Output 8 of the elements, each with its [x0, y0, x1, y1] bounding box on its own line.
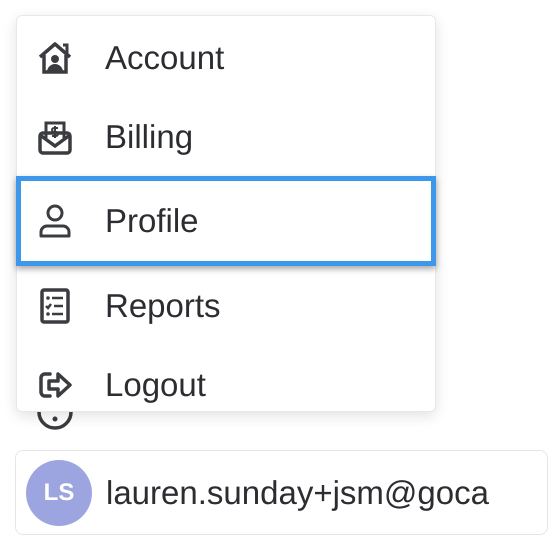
menu-item[interactable]: Account: [17, 18, 435, 97]
user-account-button[interactable]: LS lauren.sunday+jsm@goca: [15, 450, 548, 535]
user-avatar: LS: [26, 460, 92, 526]
menu-item[interactable]: Profile: [16, 176, 436, 266]
user-email: lauren.sunday+jsm@goca: [106, 472, 489, 513]
menu-item[interactable]: Logout: [17, 345, 435, 424]
menu-item[interactable]: Billing: [17, 97, 435, 176]
menu-item[interactable]: Reports: [17, 266, 435, 345]
